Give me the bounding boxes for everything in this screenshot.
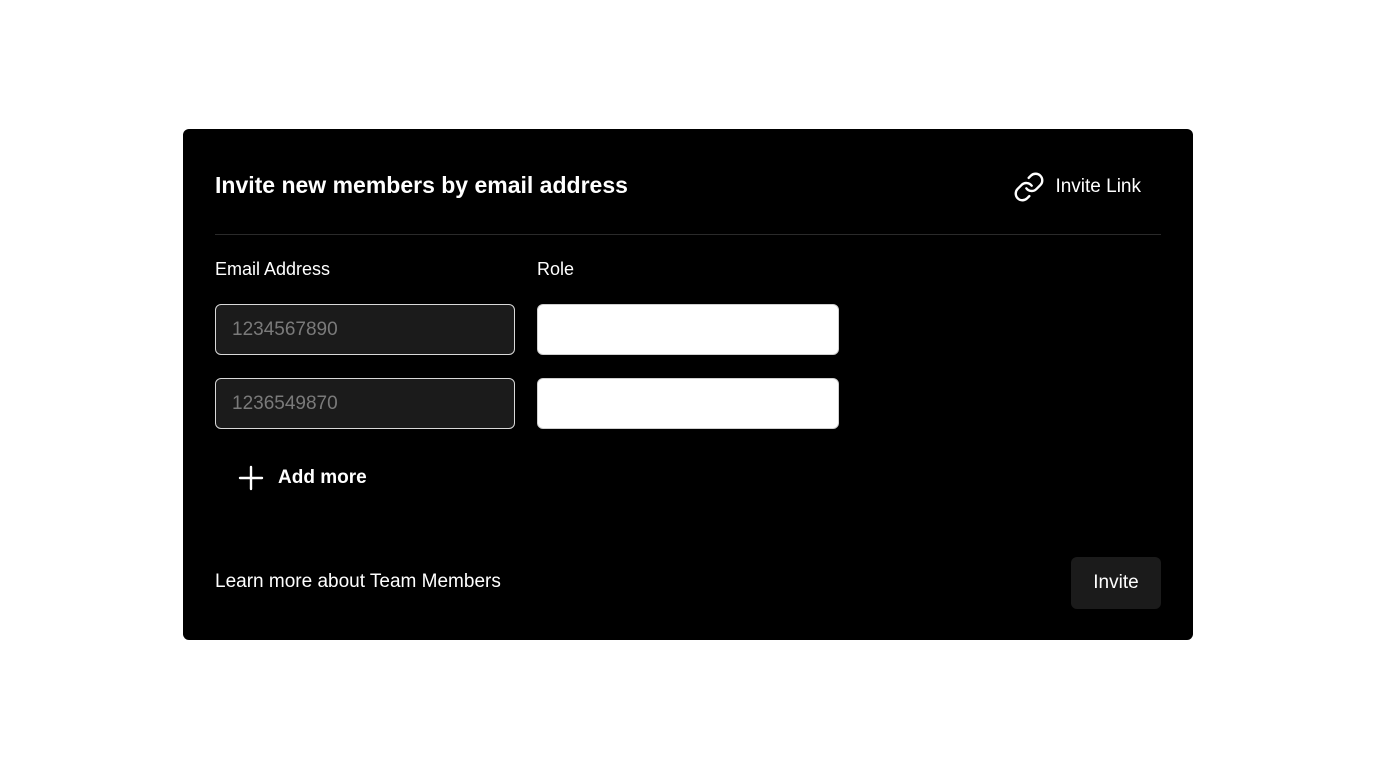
- link-icon: [1013, 171, 1045, 203]
- plus-icon: [237, 464, 265, 492]
- email-field-1[interactable]: [215, 304, 515, 355]
- role-field-1[interactable]: [537, 304, 839, 355]
- invite-members-card: Invite new members by email address Invi…: [183, 129, 1193, 640]
- page-title: Invite new members by email address: [215, 172, 628, 198]
- invite-link-label: Invite Link: [1055, 176, 1141, 197]
- role-field-2[interactable]: [537, 378, 839, 429]
- email-column-label: Email Address: [215, 259, 331, 279]
- add-more-label: Add more: [278, 467, 367, 488]
- role-column-label: Role: [537, 259, 575, 279]
- card-header: Invite new members by email address Invi…: [215, 129, 1161, 235]
- invite-link-button[interactable]: Invite Link: [1013, 170, 1141, 204]
- email-field-2[interactable]: [215, 378, 515, 429]
- add-more-button[interactable]: Add more: [237, 462, 367, 494]
- learn-more-link[interactable]: Learn more about Team Members: [215, 571, 501, 593]
- invite-button[interactable]: Invite: [1071, 557, 1161, 609]
